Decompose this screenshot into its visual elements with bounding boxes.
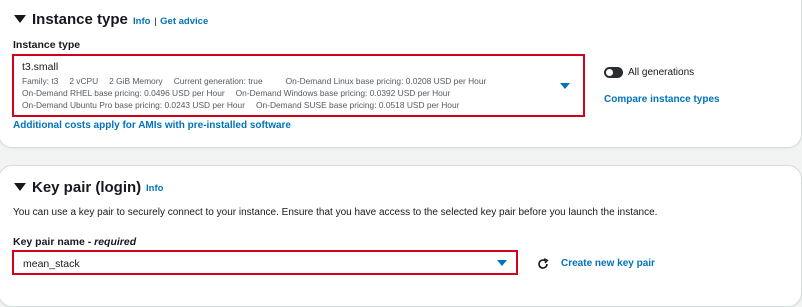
all-generations-label: All generations [628, 67, 695, 78]
compare-instance-types-link[interactable]: Compare instance types [604, 94, 720, 105]
instance-type-info-link[interactable]: Info [133, 16, 150, 27]
info-separator: | [154, 16, 157, 27]
key-pair-info-link[interactable]: Info [146, 183, 163, 194]
collapse-key-pair-icon[interactable] [14, 183, 26, 191]
instance-type-field-label: Instance type [13, 39, 81, 51]
key-pair-description: You can use a key pair to securely conne… [13, 207, 658, 218]
key-pair-selected-value: mean_stack [23, 258, 80, 270]
instance-type-details-line2: On-Demand RHEL base pricing: 0.0496 USD … [22, 88, 451, 98]
get-advice-link[interactable]: Get advice [160, 16, 208, 27]
refresh-icon[interactable] [537, 258, 549, 270]
instance-type-details-line1: Family: t3 2 vCPU 2 GiB Memory Current gene… [22, 76, 487, 86]
instance-type-details-line3: On-Demand Ubuntu Pro base pricing: 0.024… [22, 100, 460, 110]
key-pair-field-label: Key pair name - required [13, 236, 137, 248]
key-pair-heading: Key pair (login) [32, 179, 142, 196]
additional-costs-link[interactable]: Additional costs apply for AMIs with pre… [13, 120, 291, 131]
required-marker: required [94, 236, 137, 248]
instance-type-dropdown-caret-icon [560, 83, 570, 89]
create-new-key-pair-link[interactable]: Create new key pair [561, 258, 655, 269]
key-pair-select[interactable]: mean_stack [12, 250, 518, 275]
instance-type-selected-value: t3.small [22, 61, 59, 73]
all-generations-toggle[interactable] [604, 67, 623, 78]
collapse-instance-type-icon[interactable] [14, 15, 26, 23]
instance-type-select[interactable]: t3.small Family: t3 2 vCPU 2 GiB Memory Cur… [12, 54, 585, 117]
instance-type-heading: Instance type [32, 11, 128, 28]
key-pair-dropdown-caret-icon [497, 260, 507, 266]
